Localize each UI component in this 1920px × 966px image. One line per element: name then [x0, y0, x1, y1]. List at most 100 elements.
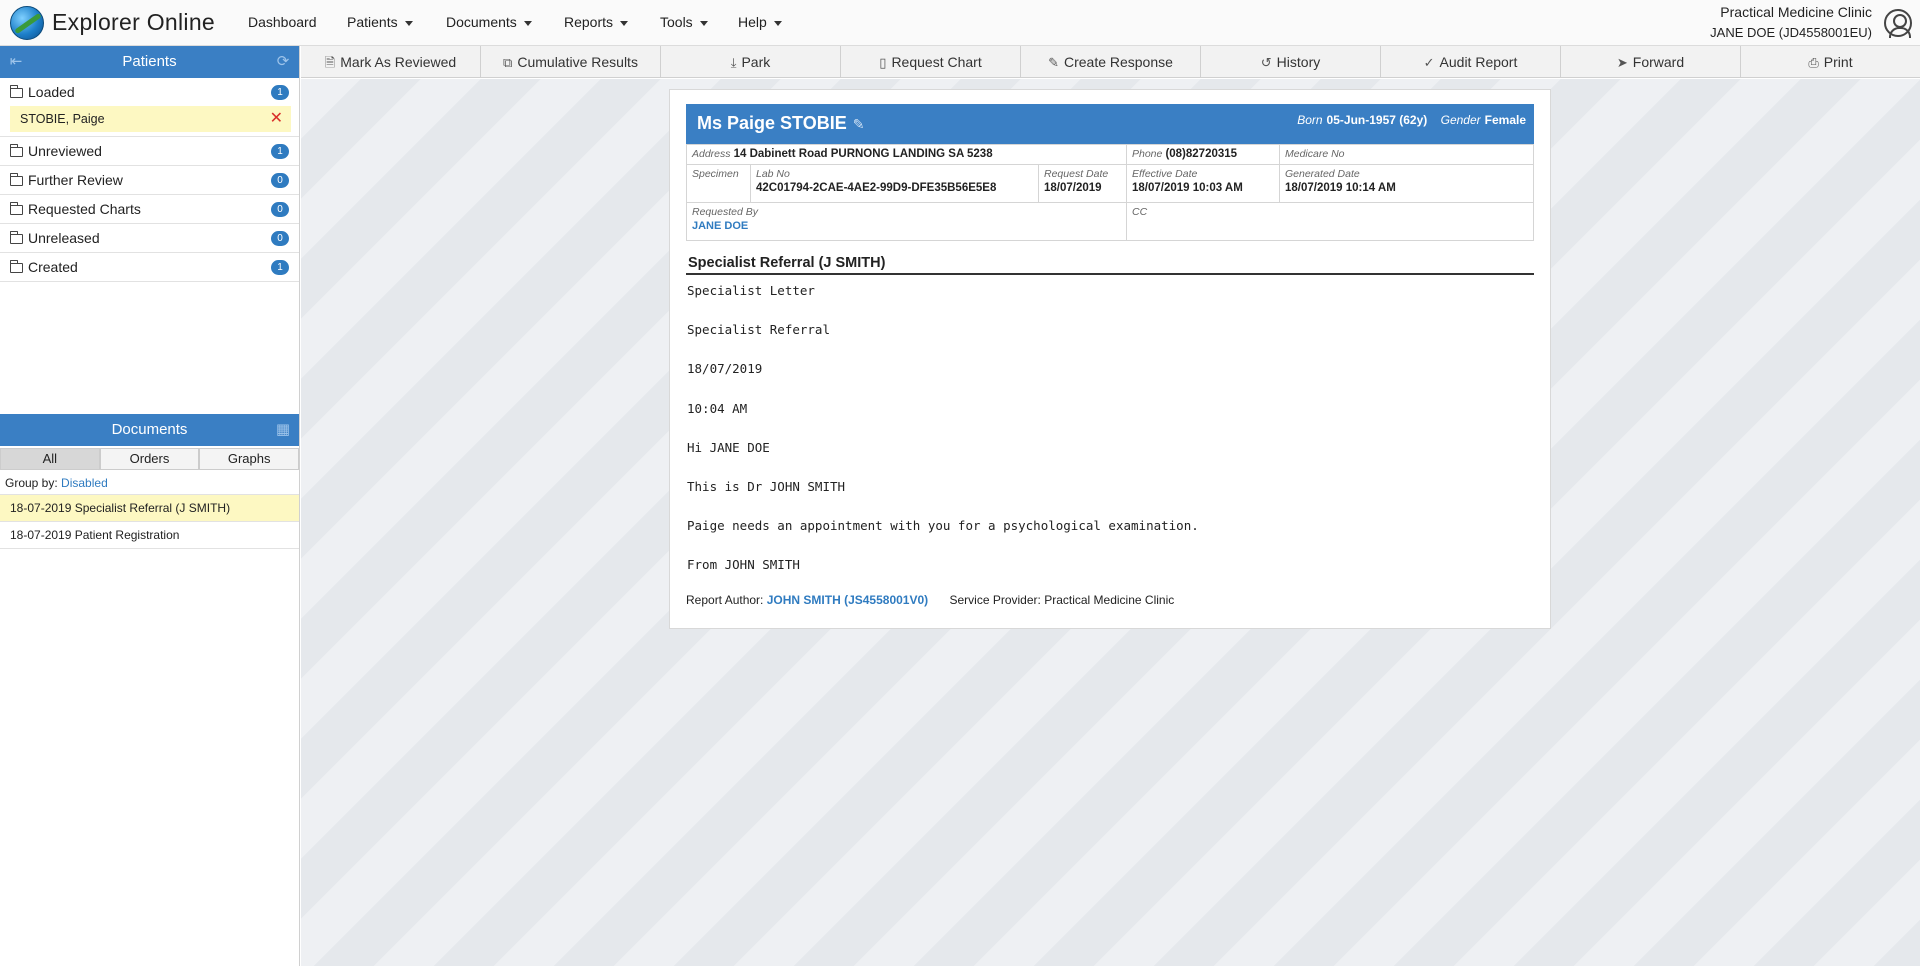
group-by-label: Group by:	[5, 476, 58, 490]
globe-logo-icon[interactable]	[10, 6, 44, 40]
document-item-patient-registration[interactable]: 18-07-2019 Patient Registration	[0, 522, 299, 549]
park-button[interactable]: ⤓ Park	[661, 46, 841, 78]
cc-label: CC	[1132, 206, 1148, 218]
phone-label: Phone	[1132, 148, 1163, 160]
report-title: Specialist Referral (J SMITH)	[686, 255, 1534, 275]
report-document: Ms Paige STOBIE ✎ Born 05-Jun-1957 (62y) G…	[669, 89, 1551, 629]
download-tray-icon: ⤓	[730, 55, 737, 70]
gender-value: Female	[1484, 113, 1526, 127]
phone-value: (08)82720315	[1165, 148, 1238, 160]
body-line: From JOHN SMITH	[687, 557, 800, 573]
user-avatar-icon[interactable]	[1884, 9, 1912, 38]
folder-icon	[9, 202, 23, 215]
author-link[interactable]: JOHN SMITH (JS4558001V0)	[767, 593, 928, 607]
lab-no-value: 42C01794-2CAE-4AE2-99D9-DFE35B56E5E8	[756, 182, 997, 194]
provider-label: Service Provider:	[949, 592, 1041, 607]
effective-date-value: 18/07/2019 10:03 AM	[1132, 182, 1243, 194]
patient-name: Ms Paige STOBIE	[697, 113, 847, 133]
effective-date-label: Effective Date	[1132, 168, 1198, 180]
collapse-left-icon[interactable]: ⇤	[8, 54, 24, 70]
audit-report-button[interactable]: ✓ Audit Report	[1381, 46, 1561, 78]
top-bar: Explorer Online Dashboard Patients Docum…	[0, 0, 1920, 46]
body-line: Specialist Referral	[687, 322, 830, 338]
body-line: Paige needs an appointment with you for …	[687, 518, 1199, 534]
report-body: Specialist Letter Specialist Referral 18…	[686, 281, 1534, 575]
lab-no-label: Lab No	[756, 168, 790, 180]
folder-created[interactable]: Created 1	[0, 253, 299, 282]
folder-loaded[interactable]: Loaded 1	[0, 78, 299, 106]
history-button[interactable]: ↺ History	[1201, 46, 1381, 78]
loaded-patient-item[interactable]: STOBIE, Paige ✕	[10, 106, 291, 132]
folder-icon	[9, 144, 23, 157]
requested-by-label: Requested By	[692, 206, 758, 218]
address-value: 14 Dabinett Road PURNONG LANDING SA 5238	[733, 148, 993, 160]
document-tabs: All Orders Graphs	[0, 448, 300, 470]
folder-icon	[9, 173, 23, 186]
nav-patients[interactable]: Patients	[347, 14, 413, 30]
author-label: Report Author:	[686, 592, 764, 607]
count-badge: 1	[271, 260, 289, 275]
cumulative-results-button[interactable]: ⧉ Cumulative Results	[481, 46, 661, 78]
body-line: This is Dr JOHN SMITH	[687, 478, 846, 494]
chevron-down-icon	[699, 20, 708, 26]
forward-button[interactable]: ➤ Forward	[1561, 46, 1741, 78]
body-line: Specialist Letter	[687, 283, 815, 298]
nav-dashboard[interactable]: Dashboard	[248, 14, 317, 30]
folder-requested-charts[interactable]: Requested Charts 0	[0, 195, 299, 224]
tab-all[interactable]: All	[0, 448, 100, 469]
clipboard-icon: ▯	[879, 55, 887, 70]
grid-view-icon[interactable]: ▦	[275, 422, 291, 438]
action-toolbar: 🗎 Mark As Reviewed ⧉ Cumulative Results ⤓ P…	[301, 46, 1920, 78]
born-label: Born	[1297, 113, 1323, 127]
chevron-down-icon	[404, 20, 413, 26]
nav-help[interactable]: Help	[738, 14, 782, 30]
report-footer: Report Author: JOHN SMITH (JS4558001V0) …	[686, 593, 1534, 607]
patients-panel-title: Patients	[122, 53, 177, 70]
app-title: Explorer Online	[52, 9, 216, 35]
edit-patient-icon[interactable]: ✎	[853, 116, 865, 132]
create-response-button[interactable]: ✎ Create Response	[1021, 46, 1201, 78]
tab-orders[interactable]: Orders	[99, 448, 200, 469]
refresh-icon[interactable]: ⟳	[275, 54, 291, 70]
provider-value: Practical Medicine Clinic	[1044, 592, 1175, 607]
group-by-row: Group by: Disabled	[0, 470, 299, 495]
report-patient-header: Ms Paige STOBIE ✎ Born 05-Jun-1957 (62y) G…	[686, 104, 1534, 144]
send-icon: ➤	[1616, 55, 1628, 70]
folder-icon	[9, 85, 23, 98]
group-by-toggle[interactable]: Disabled	[61, 476, 108, 490]
print-button[interactable]: ⎙ Print	[1741, 46, 1920, 78]
close-icon[interactable]: ✕	[270, 106, 283, 132]
edit-icon: ✎	[1048, 55, 1059, 70]
request-chart-button[interactable]: ▯ Request Chart	[841, 46, 1021, 78]
patient-demographics: Born 05-Jun-1957 (62y) Gender Female	[1287, 113, 1526, 127]
nav-documents[interactable]: Documents	[446, 14, 532, 30]
medicare-label: Medicare No	[1285, 148, 1345, 160]
clinic-name: Practical Medicine Clinic	[1720, 4, 1872, 20]
count-badge: 0	[271, 202, 289, 217]
folder-loaded-group: Loaded 1 STOBIE, Paige ✕	[0, 78, 299, 137]
folder-further-review[interactable]: Further Review 0	[0, 166, 299, 195]
documents-panel-title: Documents	[111, 421, 188, 438]
mark-as-reviewed-button[interactable]: 🗎 Mark As Reviewed	[301, 46, 481, 78]
request-date-value: 18/07/2019	[1044, 182, 1102, 194]
print-icon: ⎙	[1808, 55, 1819, 70]
nav-tools[interactable]: Tools	[660, 14, 708, 30]
chevron-down-icon	[523, 20, 532, 26]
generated-date-label: Generated Date	[1285, 168, 1360, 180]
count-badge: 0	[271, 173, 289, 188]
folder-unreviewed[interactable]: Unreviewed 1	[0, 137, 299, 166]
requested-by-link[interactable]: JANE DOE	[692, 220, 1121, 232]
nav-reports[interactable]: Reports	[564, 14, 629, 30]
count-badge: 0	[271, 231, 289, 246]
tab-graphs[interactable]: Graphs	[199, 448, 300, 469]
count-badge: 1	[271, 144, 289, 159]
gender-label: Gender	[1440, 113, 1481, 127]
body-line: 18/07/2019	[687, 361, 763, 377]
folder-unreleased[interactable]: Unreleased 0	[0, 224, 299, 253]
born-value: 05-Jun-1957 (62y)	[1326, 113, 1428, 127]
check-circle-icon: ✓	[1423, 55, 1435, 70]
copy-icon: ⧉	[503, 55, 513, 70]
count-badge: 1	[271, 85, 289, 100]
document-item-specialist-referral[interactable]: 18-07-2019 Specialist Referral (J SMITH)	[0, 495, 299, 522]
chevron-down-icon	[773, 20, 782, 26]
